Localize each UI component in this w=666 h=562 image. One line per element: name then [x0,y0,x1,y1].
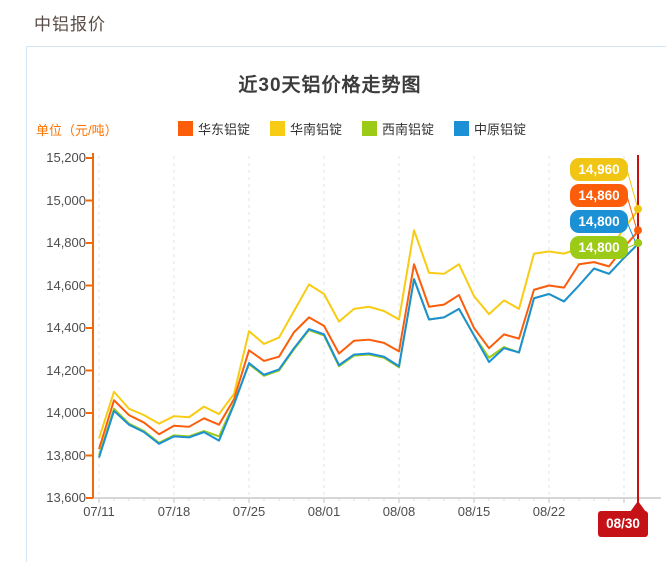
end-point-dot-华东铝锭 [634,226,642,235]
x-axis-label: 08/22 [532,504,566,519]
y-axis-label: 14,000 [46,405,86,420]
huanan-swatch-icon [270,121,286,136]
page: 中铝报价 近30天铝价格走势图 单位（元/吨） 华东铝锭 华南铝锭 西南铝锭 中… [0,0,666,562]
unit-label: 单位（元/吨） [36,123,118,138]
price-badge-xinan: 14,800 [570,236,628,259]
legend-item-huanan[interactable]: 华南铝锭 [270,119,342,138]
x-axis-label: 07/11 [83,504,115,519]
end-point-dot-华南铝锭 [634,205,642,213]
x-axis-label: 08/15 [457,504,491,519]
x-axis-label: 07/18 [157,504,191,519]
y-axis-label: 14,200 [46,363,86,378]
x-axis-label: 07/25 [232,504,266,519]
end-point-dot-西南铝锭 [634,239,642,247]
y-axis-label: 15,000 [46,193,86,208]
y-axis-label: 13,600 [46,490,86,505]
series-line-华南铝锭 [98,208,640,439]
legend-label: 西南铝锭 [382,122,435,137]
legend-label: 华南铝锭 [290,122,343,137]
huadong-swatch-icon [178,121,193,136]
legend-item-huadong[interactable]: 华东铝锭 [178,119,250,138]
chart-legend: 华东铝锭 华南铝锭 西南铝锭 中原铝锭 [178,119,526,138]
y-axis-label: 15,200 [46,150,86,165]
x-axis-label: 08/08 [382,504,416,519]
zhongyuan-swatch-icon [454,121,470,136]
chart-title: 近30天铝价格走势图 [238,75,422,96]
legend-label: 中原铝锭 [474,122,527,137]
y-axis-label: 14,600 [46,278,86,293]
price-badge-huanan: 14,960 [570,158,628,181]
y-axis-label: 14,800 [46,235,86,250]
x-axis-label: 08/01 [307,504,341,519]
price-badge-huadong: 14,860 [570,184,628,207]
legend-label: 华东铝锭 [198,122,251,137]
y-axis-label: 14,400 [46,320,86,335]
last-date-badge: 08/30 [598,511,648,537]
xinan-swatch-icon [362,121,378,136]
series-line-西南铝锭 [98,242,640,456]
legend-item-zhongyuan[interactable]: 中原铝锭 [454,119,526,138]
y-axis-label: 13,800 [46,448,86,463]
price-badge-zhongyuan: 14,800 [570,210,628,233]
legend-item-xinan[interactable]: 西南铝锭 [362,119,434,138]
